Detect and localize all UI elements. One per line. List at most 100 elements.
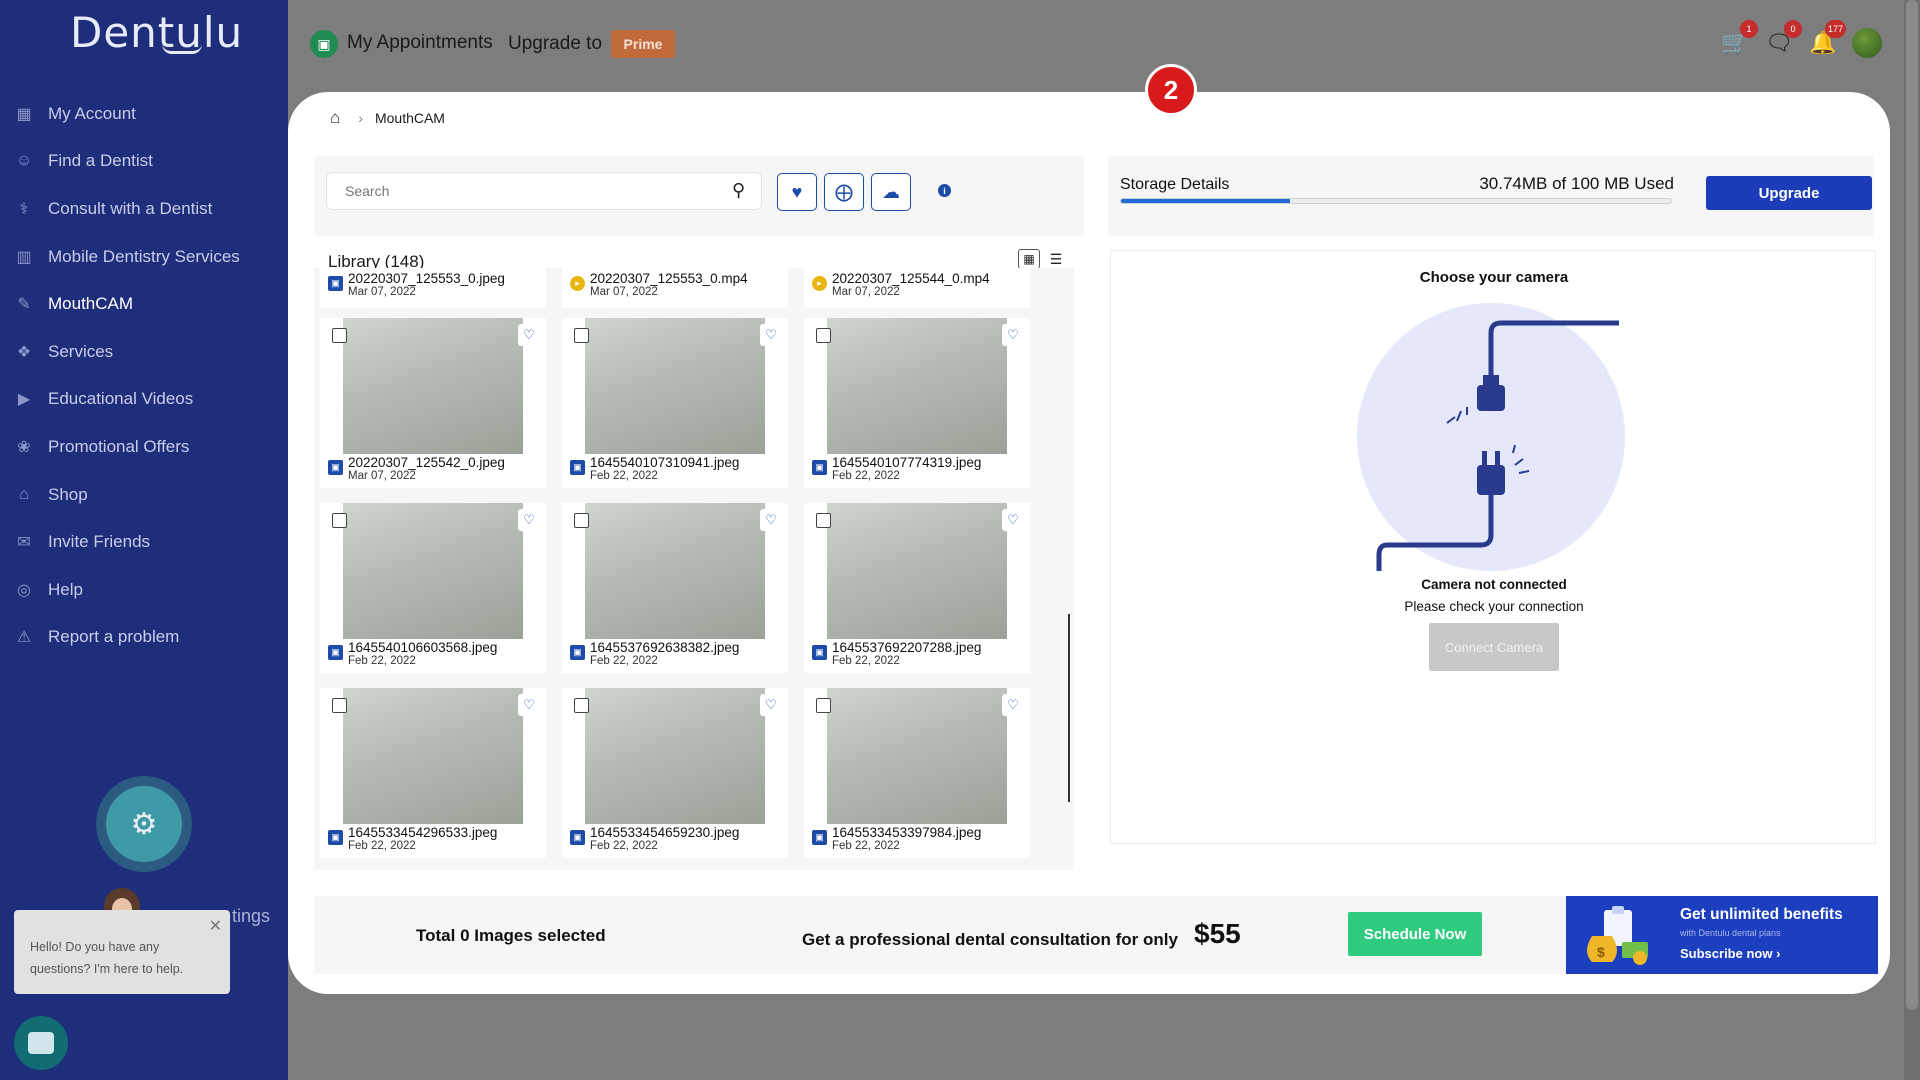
video-file-icon: ▸ [570, 276, 585, 291]
heart-icon[interactable]: ♡ [1002, 509, 1024, 531]
media-tile[interactable]: ▣ 20220307_125553_0.jpeg Mar 07, 2022 [320, 268, 546, 308]
messages-button[interactable]: 🗨 0 [1764, 20, 1802, 58]
select-checkbox[interactable] [332, 328, 347, 343]
media-tile[interactable]: ▸ 20220307_125553_0.mp4 Mar 07, 2022 [562, 268, 788, 308]
media-filename: 20220307_125553_0.jpeg [348, 271, 505, 286]
media-thumbnail[interactable] [585, 318, 765, 454]
help-icon: ◎ [17, 581, 31, 599]
schedule-now-button[interactable]: Schedule Now [1348, 912, 1482, 956]
dentulu-logo[interactable]: Dentulu [70, 8, 243, 57]
media-tile[interactable]: ♡ ▣ 20220307_125542_0.jpeg Mar 07, 2022 [320, 318, 546, 488]
sidebar-item-consult-with-a-dentist[interactable]: ⚕ Consult with a Dentist [0, 185, 288, 233]
connect-camera-button[interactable]: Connect Camera [1429, 623, 1559, 671]
media-thumbnail[interactable] [827, 503, 1007, 639]
heart-icon[interactable]: ♡ [518, 509, 540, 531]
media-thumbnail[interactable] [827, 688, 1007, 824]
cart-button[interactable]: 🛒 1 [1720, 20, 1758, 58]
select-checkbox[interactable] [332, 698, 347, 713]
search-toolbar: ⚲ ♥ ⨁ ☁ i [314, 156, 1084, 236]
messages-badge: 0 [1784, 20, 1802, 38]
media-tile[interactable]: ♡ ▣ 1645537692207288.jpeg Feb 22, 2022 [804, 503, 1030, 673]
media-date: Mar 07, 2022 [348, 470, 416, 482]
appointments-link[interactable]: My Appointments [347, 32, 493, 54]
list-view-icon[interactable]: ☰ [1046, 250, 1066, 268]
breadcrumb-current[interactable]: MouthCAM [375, 110, 445, 126]
sidebar-item-services[interactable]: ❖ Services [0, 328, 288, 376]
close-icon[interactable]: ✕ [209, 916, 222, 938]
logo-smile-icon [162, 44, 202, 54]
media-date: Mar 07, 2022 [348, 286, 416, 298]
chat-greeting-bubble[interactable]: ✕ Hello! Do you have any questions? I'm … [14, 910, 230, 994]
media-filename: 1645537692638382.jpeg [590, 640, 740, 655]
select-checkbox[interactable] [332, 513, 347, 528]
heart-icon[interactable]: ♡ [760, 509, 782, 531]
heart-icon[interactable]: ♡ [1002, 694, 1024, 716]
media-thumbnail[interactable] [343, 688, 523, 824]
media-filename: 1645537692207288.jpeg [832, 640, 982, 655]
media-thumbnail[interactable] [343, 503, 523, 639]
media-date: Feb 22, 2022 [590, 655, 658, 667]
sidebar-item-promotional-offers[interactable]: ❀ Promotional Offers [0, 423, 288, 471]
user-avatar[interactable] [1852, 28, 1882, 58]
gallery-scrollbar[interactable] [1068, 614, 1070, 802]
media-meta: ▸ 20220307_125553_0.mp4 Mar 07, 2022 [570, 272, 748, 299]
media-thumbnail[interactable] [585, 503, 765, 639]
sidebar-item-shop[interactable]: ⌂ Shop [0, 471, 288, 519]
sidebar-item-educational-videos[interactable]: ▶ Educational Videos [0, 376, 288, 424]
video-icon: ▶ [17, 391, 31, 409]
heart-icon[interactable]: ♡ [760, 324, 782, 346]
upgrade-button[interactable]: Upgrade [1706, 176, 1872, 210]
sidebar-item-help[interactable]: ◎ Help [0, 566, 288, 614]
media-tile[interactable]: ♡ ▣ 1645533454296533.jpeg Feb 22, 2022 [320, 688, 546, 858]
subscription-promo-banner[interactable]: $ Get unlimited benefits with Dentulu de… [1566, 896, 1878, 974]
media-filename: 20220307_125553_0.mp4 [590, 271, 748, 286]
media-tile[interactable]: ♡ ▣ 1645540107310941.jpeg Feb 22, 2022 [562, 318, 788, 488]
select-checkbox[interactable] [816, 698, 831, 713]
home-icon[interactable]: ⌂ [330, 108, 340, 128]
media-date: Feb 22, 2022 [832, 655, 900, 667]
select-checkbox[interactable] [816, 328, 831, 343]
storage-progress-bar [1120, 198, 1672, 204]
camera-settings-bubble[interactable]: ⚙ [96, 776, 192, 872]
media-thumbnail[interactable] [343, 318, 523, 454]
media-thumbnail[interactable] [585, 688, 765, 824]
sidebar-item-invite-friends[interactable]: ✉ Invite Friends [0, 518, 288, 566]
notifications-button[interactable]: 🔔 177 [1808, 20, 1846, 58]
offer-icon: ❀ [17, 438, 31, 456]
subscribe-now-link[interactable]: Subscribe now › [1680, 946, 1780, 961]
camera-status: Camera not connected [1421, 577, 1567, 592]
media-meta: ▣ 1645537692207288.jpeg Feb 22, 2022 [812, 641, 981, 668]
select-checkbox[interactable] [574, 513, 589, 528]
media-filename: 20220307_125542_0.jpeg [348, 455, 505, 470]
video-settings-icon: ⚙ [106, 786, 182, 862]
sidebar-item-find-a-dentist[interactable]: ☺ Find a Dentist [0, 138, 288, 186]
heart-icon[interactable]: ♡ [518, 324, 540, 346]
media-tile[interactable]: ♡ ▣ 1645540107774319.jpeg Feb 22, 2022 [804, 318, 1030, 488]
sidebar-item-label: Help [48, 579, 83, 599]
sidebar-item-report-a-problem[interactable]: ⚠ Report a problem [0, 614, 288, 662]
image-file-icon: ▣ [328, 645, 343, 660]
media-tile[interactable]: ♡ ▣ 1645537692638382.jpeg Feb 22, 2022 [562, 503, 788, 673]
select-checkbox[interactable] [816, 513, 831, 528]
media-thumbnail[interactable] [827, 318, 1007, 454]
sidebar-item-my-account[interactable]: ▦ My Account [0, 90, 288, 138]
select-checkbox[interactable] [574, 698, 589, 713]
media-tile[interactable]: ♡ ▣ 1645533454659230.jpeg Feb 22, 2022 [562, 688, 788, 858]
grid-view-icon[interactable]: ▦ [1018, 249, 1040, 269]
page-scrollbar[interactable] [1906, 0, 1918, 1010]
sidebar-item-mouthcam[interactable]: ✎ MouthCAM [0, 280, 288, 328]
heart-icon[interactable]: ♡ [1002, 324, 1024, 346]
media-date: Feb 22, 2022 [590, 470, 658, 482]
select-checkbox[interactable] [574, 328, 589, 343]
top-bar: ▣ My Appointments Upgrade to Prime 🛒 1 🗨… [288, 0, 1920, 88]
camera-pen-icon: ✎ [17, 296, 31, 314]
media-tile[interactable]: ▸ 20220307_125544_0.mp4 Mar 07, 2022 [804, 268, 1030, 308]
sidebar-item-mobile-dentistry-services[interactable]: ▥ Mobile Dentistry Services [0, 233, 288, 281]
heart-icon[interactable]: ♡ [518, 694, 540, 716]
prime-button[interactable]: Prime [611, 30, 675, 58]
media-tile[interactable]: ♡ ▣ 1645540106603568.jpeg Feb 22, 2022 [320, 503, 546, 673]
unplugged-cable-illustration [1357, 303, 1625, 571]
heart-icon[interactable]: ♡ [760, 694, 782, 716]
media-tile[interactable]: ♡ ▣ 1645533453397984.jpeg Feb 22, 2022 [804, 688, 1030, 858]
chat-launcher-button[interactable] [14, 1016, 68, 1070]
